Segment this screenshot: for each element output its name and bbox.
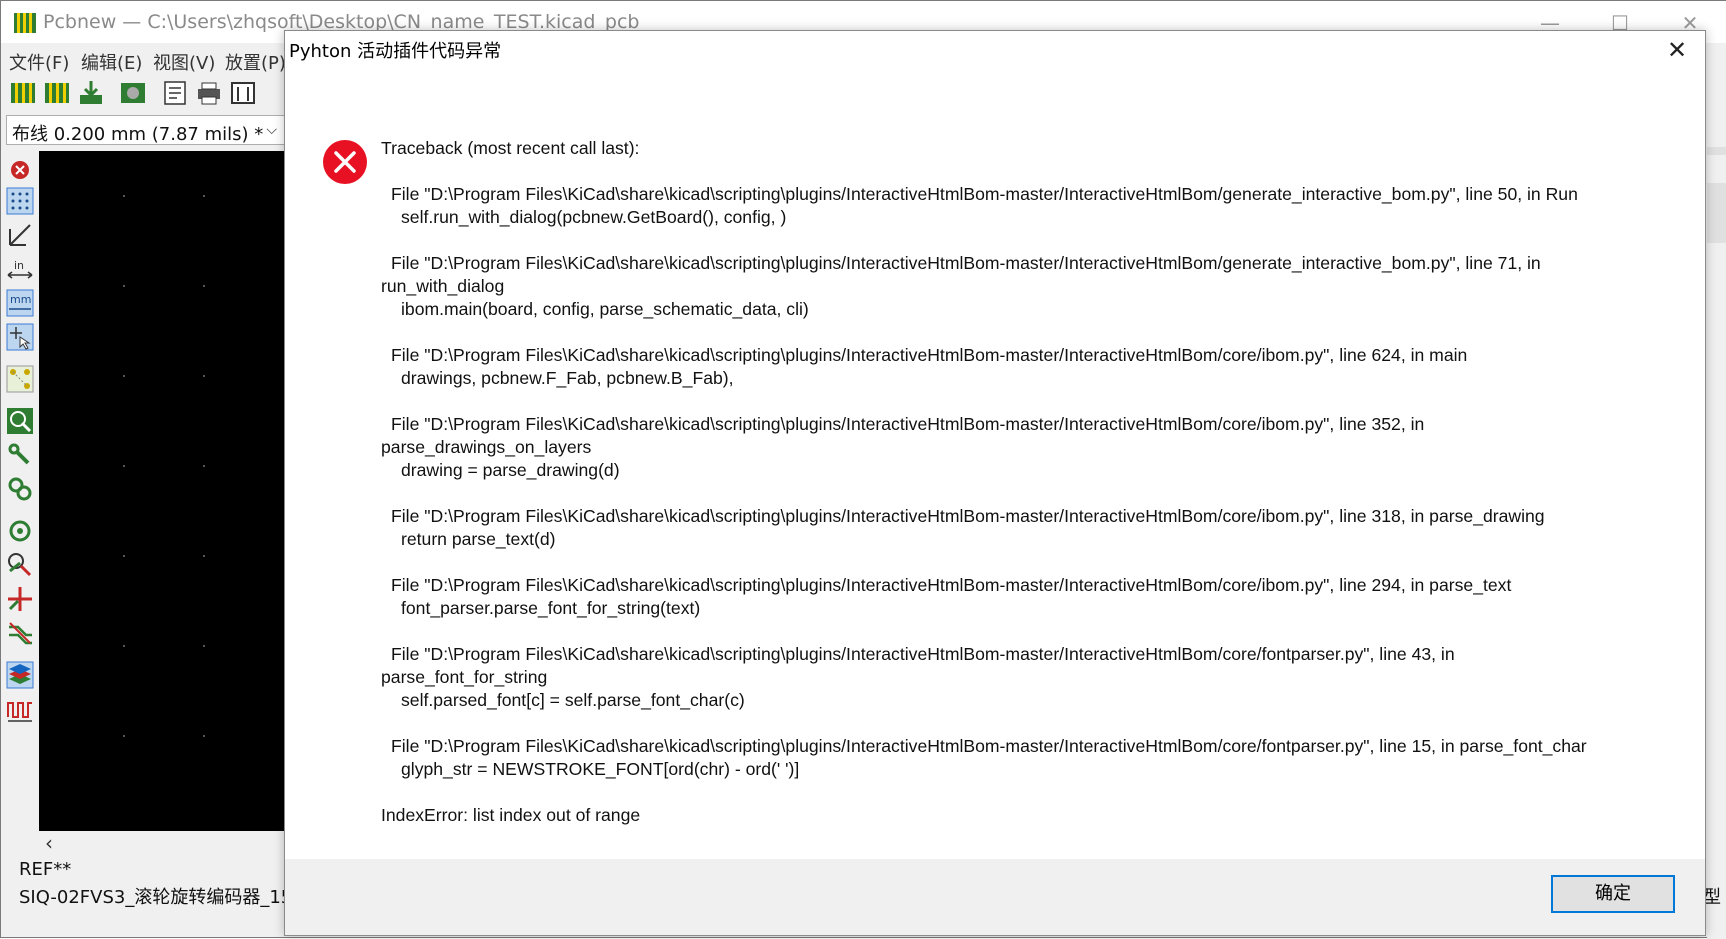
frame-code: drawing = parse_drawing(d) [401,460,620,480]
plugin-error-dialog: Pyhton 活动插件代码异常 ✕ Traceback (most recent… [284,30,1706,936]
frame-code: drawings, pcbnew.F_Fab, pcbnew.B_Fab), [401,368,734,388]
menu-view[interactable]: 视图(V) [153,49,215,75]
via-display-icon[interactable] [6,475,34,503]
menubar: 文件(F) 编辑(E) 视图(V) 放置(P) [1,45,301,75]
dialog-titlebar: Pyhton 活动插件代码异常 ✕ [285,31,1705,69]
route-track-icon[interactable] [6,585,34,613]
dialog-body: Traceback (most recent call last): File … [285,69,1705,891]
traceback-frame: File "D:\Program Files\KiCad\share\kicad… [381,735,1681,781]
frame-file: File "D:\Program Files\KiCad\share\kicad… [391,253,1541,273]
units-mm-icon[interactable]: mm [6,289,34,317]
chevron-down-icon: ⌵ [266,122,277,138]
error-icon [323,140,367,184]
frame-file: File "D:\Program Files\KiCad\share\kicad… [391,506,1545,526]
board-setup-icon[interactable] [9,79,37,107]
save-board-icon[interactable] [77,79,105,107]
layers-manager-icon[interactable] [6,661,34,689]
traceback-frame: File "D:\Program Files\KiCad\share\kicad… [381,505,1681,551]
net-highlight-icon[interactable] [6,551,34,579]
menu-edit[interactable]: 编辑(E) [81,49,142,75]
traceback-frame: File "D:\Program Files\KiCad\share\kicad… [381,252,1681,321]
frame-code: font_parser.parse_font_for_string(text) [401,598,701,618]
frame-file: File "D:\Program Files\KiCad\share\kicad… [391,644,1455,664]
dialog-close-button[interactable]: ✕ [1659,33,1695,67]
units-inch-icon[interactable]: in [6,255,34,283]
frame-function: run_with_dialog [381,276,505,296]
main-toolbar [1,77,301,111]
frame-code: glyph_str = NEWSTROKE_FONT[ord(chr) - or… [401,759,800,779]
status-bar: REF** SIQ-02FVS3_滚轮旋转编码器_15 [1,855,301,915]
frame-file: File "D:\Program Files\KiCad\share\kicad… [391,184,1578,204]
traceback-frame: File "D:\Program Files\KiCad\share\kicad… [381,643,1681,712]
traceback-text: Traceback (most recent call last): File … [381,137,1681,827]
status-reference: REF** [19,859,72,880]
dialog-footer: 确定 [285,859,1705,935]
horizontal-scrollbar[interactable]: ‹ [39,831,289,855]
svg-text:mm: mm [10,293,31,306]
page-settings-icon[interactable] [161,79,189,107]
track-width-select[interactable]: 布线 0.200 mm (7.87 mils) * ⌵ [6,115,286,145]
left-toolbar: in mm [3,151,37,741]
ratsnest-icon[interactable] [6,365,34,393]
grid-toggle-icon[interactable] [6,187,34,215]
right-scrollbar[interactable] [1707,43,1726,939]
frame-code: ibom.main(board, config, parse_schematic… [401,299,809,319]
print-icon[interactable] [195,79,223,107]
frame-file: File "D:\Program Files\KiCad\share\kicad… [391,575,1512,595]
scroll-left-icon[interactable]: ‹ [45,831,53,855]
frame-code: return parse_text(d) [401,529,556,549]
open-board-icon[interactable] [43,79,71,107]
zone-display-icon[interactable] [6,407,34,435]
pad-display-icon[interactable] [6,517,34,545]
ok-button[interactable]: 确定 [1551,875,1675,913]
polar-coords-icon[interactable] [6,221,34,249]
cursor-shape-icon[interactable] [6,323,34,351]
drc-icon[interactable] [6,155,34,183]
track-width-value: 布线 0.200 mm (7.87 mils) * [12,124,264,145]
frame-file: File "D:\Program Files\KiCad\share\kicad… [391,736,1587,756]
plot-icon[interactable] [229,79,257,107]
traceback-header: Traceback (most recent call last): [381,138,640,158]
board-settings-icon[interactable] [119,79,147,107]
frame-file: File "D:\Program Files\KiCad\share\kicad… [391,345,1468,365]
frame-file: File "D:\Program Files\KiCad\share\kicad… [391,414,1425,434]
menu-file[interactable]: 文件(F) [9,49,69,75]
traceback-error: IndexError: list index out of range [381,805,641,825]
dialog-title: Pyhton 活动插件代码异常 [289,41,502,62]
frame-function: parse_font_for_string [381,667,548,687]
traceback-frame: File "D:\Program Files\KiCad\share\kicad… [381,413,1681,482]
status-footprint: SIQ-02FVS3_滚轮旋转编码器_15 [19,887,293,908]
microwave-tools-icon[interactable] [6,695,34,723]
menu-place[interactable]: 放置(P) [225,49,286,75]
frame-code: self.run_with_dialog(pcbnew.GetBoard(), … [401,207,787,227]
pcbnew-app-icon [14,13,36,33]
traceback-frame: File "D:\Program Files\KiCad\share\kicad… [381,344,1681,390]
diff-pair-icon[interactable] [6,619,34,647]
traceback-frame: File "D:\Program Files\KiCad\share\kicad… [381,183,1681,229]
svg-text:in: in [14,259,24,272]
frame-code: self.parsed_font[c] = self.parse_font_ch… [401,690,745,710]
traceback-frame: File "D:\Program Files\KiCad\share\kicad… [381,574,1681,620]
track-display-icon[interactable] [6,441,34,469]
frame-function: parse_drawings_on_layers [381,437,592,457]
pcb-canvas[interactable] [39,151,289,831]
